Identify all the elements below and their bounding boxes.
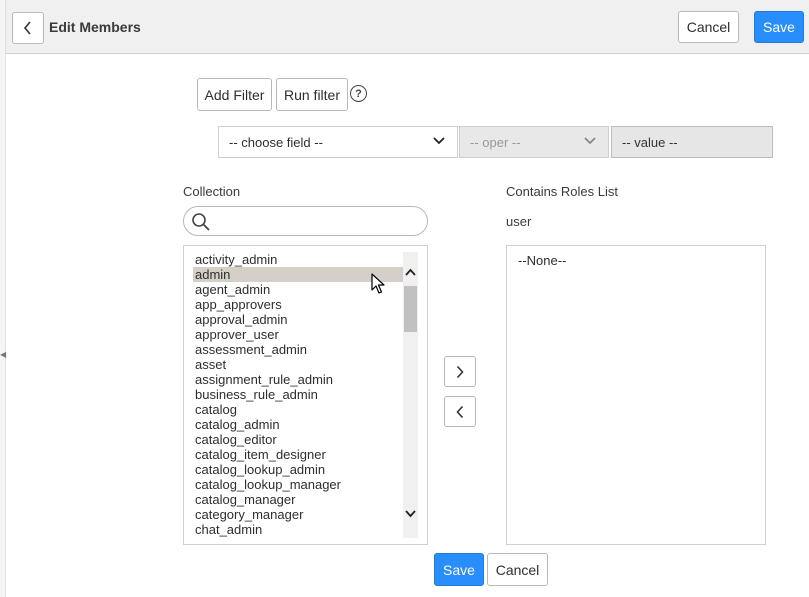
roles-empty-item: --None-- <box>518 253 567 268</box>
page-title: Edit Members <box>49 19 141 35</box>
header-cancel-button[interactable]: Cancel <box>678 11 739 43</box>
field-select[interactable]: -- choose field -- <box>218 126 458 158</box>
chevron-left-icon <box>23 21 31 35</box>
collection-search <box>183 206 428 236</box>
collection-item[interactable]: catalog_admin <box>193 417 403 432</box>
collection-item[interactable]: app_approvers <box>193 297 403 312</box>
collection-item[interactable]: catalog_lookup_manager <box>193 477 403 492</box>
chevron-down-icon <box>433 137 445 145</box>
collection-item[interactable]: catalog_manager <box>193 492 403 507</box>
field-select-value: -- choose field -- <box>229 134 323 150</box>
collection-list[interactable]: activity_admin admin agent_admin app_approv… <box>183 245 428 545</box>
collection-item[interactable]: approver_user <box>193 327 403 342</box>
roles-subtitle: user <box>506 214 532 229</box>
collection-label: Collection <box>183 184 241 199</box>
collection-item[interactable]: chat_admin <box>193 522 403 537</box>
scroll-thumb[interactable] <box>404 286 417 332</box>
add-to-roles-button[interactable] <box>444 356 476 387</box>
back-button[interactable] <box>12 12 44 44</box>
scroll-up-icon[interactable] <box>405 268 416 276</box>
chevron-down-icon <box>584 137 596 145</box>
collection-item[interactable]: assignment_rule_admin <box>193 372 403 387</box>
collection-item[interactable]: activity_admin <box>193 252 403 267</box>
chevron-right-icon <box>456 365 464 378</box>
collection-item[interactable]: catalog <box>193 402 403 417</box>
collection-item[interactable]: catalog_lookup_admin <box>193 462 403 477</box>
search-input[interactable] <box>214 211 419 231</box>
footer-save-button[interactable]: Save <box>434 553 484 586</box>
collection-item[interactable]: catalog_editor <box>193 432 403 447</box>
add-filter-button[interactable]: Add Filter <box>197 78 272 111</box>
help-icon[interactable]: ? <box>350 85 367 102</box>
oper-select-value: -- oper -- <box>470 134 521 150</box>
roles-list-label: Contains Roles List <box>506 184 618 199</box>
chevron-left-icon <box>456 405 464 418</box>
header-save-button[interactable]: Save <box>754 11 804 43</box>
roles-list[interactable]: --None-- <box>506 245 766 545</box>
footer-cancel-button[interactable]: Cancel <box>487 553 548 586</box>
collection-item[interactable]: asset <box>193 357 403 372</box>
left-edge-panel: ◀ <box>0 0 6 597</box>
search-icon <box>192 213 210 231</box>
remove-from-roles-button[interactable] <box>444 396 476 427</box>
collection-item[interactable]: category_manager <box>193 507 403 522</box>
collection-item[interactable]: assessment_admin <box>193 342 403 357</box>
collection-item[interactable]: business_rule_admin <box>193 387 403 402</box>
value-field-text: -- value -- <box>622 134 678 150</box>
collection-item[interactable]: approval_admin <box>193 312 403 327</box>
run-filter-button[interactable]: Run filter <box>276 78 348 111</box>
value-field[interactable]: -- value -- <box>611 126 773 158</box>
collection-scrollbar[interactable] <box>403 252 418 538</box>
header-bar: Edit Members Cancel Save <box>6 0 809 54</box>
scroll-down-icon[interactable] <box>405 510 416 518</box>
oper-select[interactable]: -- oper -- <box>459 126 609 158</box>
collection-item[interactable]: catalog_item_designer <box>193 447 403 462</box>
collapse-arrow-icon[interactable]: ◀ <box>0 350 6 359</box>
mouse-cursor-icon <box>371 273 385 294</box>
